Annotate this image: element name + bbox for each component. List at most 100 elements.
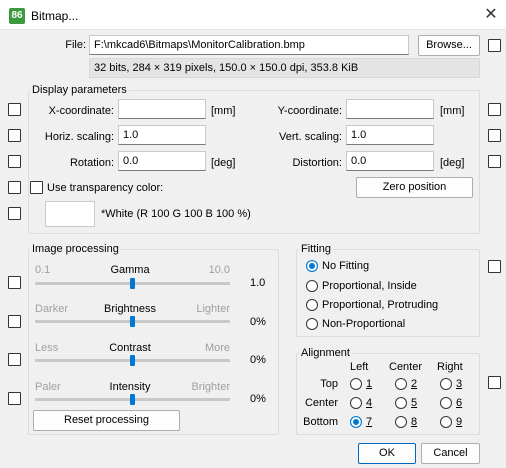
horiz-scaling-label: Horiz. scaling: <box>44 131 114 143</box>
brightness-checkbox[interactable] <box>8 315 21 328</box>
display-parameters-title: Display parameters <box>30 83 129 97</box>
brightness-min-label: Darker <box>35 303 69 315</box>
color-checkbox[interactable] <box>8 207 21 220</box>
alignment-column-center: Center <box>389 361 423 373</box>
vert-scaling-input[interactable]: 1.0 <box>346 125 434 145</box>
align-radio-7[interactable] <box>350 416 362 428</box>
gamma-max-label: 10.0 <box>208 264 230 276</box>
intensity-value: 0% <box>250 393 266 405</box>
zero-position-button[interactable]: Zero position <box>356 177 473 198</box>
alignment-column-right: Right <box>437 361 463 373</box>
align-label-5: 5 <box>411 397 418 409</box>
fitting-title: Fitting <box>299 242 333 256</box>
align-radio-5[interactable] <box>395 397 407 409</box>
fitting-option-label: Non-Proportional <box>322 318 406 330</box>
align-radio-9[interactable] <box>440 416 452 428</box>
alignment-column-left: Left <box>350 361 369 373</box>
transparency-left-checkbox[interactable] <box>8 181 21 194</box>
rotation-label: Rotation: <box>69 157 114 169</box>
align-radio-8[interactable] <box>395 416 407 428</box>
alignment-row-bottom: Bottom <box>303 416 338 428</box>
distortion-unit: [deg] <box>440 157 465 169</box>
intensity-label: Intensity <box>109 381 151 393</box>
y-coordinate-label: Y-coordinate: <box>277 105 342 117</box>
window-title: Bitmap... <box>31 9 79 23</box>
fitting-option-label: Proportional, Protruding <box>322 299 439 311</box>
alignment-checkbox[interactable] <box>488 376 501 389</box>
contrast-value: 0% <box>250 354 266 366</box>
align-label-1: 1 <box>366 378 373 390</box>
fitting-option-label: Proportional, Inside <box>322 280 417 292</box>
align-label-4: 4 <box>366 397 373 409</box>
fitting-radio-proportional-inside[interactable] <box>306 280 318 292</box>
fitting-radio-non-proportional[interactable] <box>306 318 318 330</box>
rotation-unit: [deg] <box>211 157 236 169</box>
contrast-checkbox[interactable] <box>8 353 21 366</box>
fitting-option-label: No Fitting <box>322 260 370 272</box>
gamma-slider-thumb[interactable] <box>130 278 135 289</box>
align-radio-6[interactable] <box>440 397 452 409</box>
align-label-9: 9 <box>456 416 463 428</box>
gamma-value: 1.0 <box>250 277 266 289</box>
alignment-row-center: Center <box>304 397 338 409</box>
contrast-min-label: Less <box>35 342 59 354</box>
ok-button[interactable]: OK <box>358 443 416 464</box>
align-radio-1[interactable] <box>350 378 362 390</box>
gamma-checkbox[interactable] <box>8 276 21 289</box>
gamma-min-label: 0.1 <box>35 264 51 276</box>
fitting-radio-none[interactable] <box>306 260 318 272</box>
file-path-input[interactable]: F:\mkcad6\Bitmaps\MonitorCalibration.bmp <box>89 35 409 55</box>
image-processing-title: Image processing <box>30 242 121 256</box>
intensity-slider-thumb[interactable] <box>130 394 135 405</box>
alignment-title: Alignment <box>299 346 352 360</box>
horiz-scaling-input[interactable]: 1.0 <box>118 125 206 145</box>
y-coordinate-input[interactable] <box>346 99 434 119</box>
align-label-3: 3 <box>456 378 463 390</box>
file-info: 32 bits, 284 × 319 pixels, 150.0 × 150.0… <box>89 58 480 78</box>
alignment-row-top: Top <box>320 378 338 390</box>
align-label-8: 8 <box>411 416 418 428</box>
x-coordinate-input[interactable] <box>118 99 206 119</box>
cancel-button[interactable]: Cancel <box>421 443 480 464</box>
file-label: File: <box>65 39 86 51</box>
reset-processing-button[interactable]: Reset processing <box>33 410 180 431</box>
intensity-checkbox[interactable] <box>8 392 21 405</box>
app-icon: 86 <box>9 8 25 24</box>
browse-button[interactable]: Browse... <box>418 35 480 56</box>
vert-scaling-checkbox[interactable] <box>488 129 501 142</box>
use-transparency-checkbox[interactable] <box>30 181 43 194</box>
y-unit: [mm] <box>440 105 465 117</box>
rotation-input[interactable]: 0.0 <box>118 151 206 171</box>
x-coordinate-label: X-coordinate: <box>48 105 114 117</box>
close-icon[interactable]: ✕ <box>481 4 501 26</box>
contrast-max-label: More <box>204 342 230 354</box>
brightness-label: Brightness <box>104 303 156 315</box>
horiz-scaling-checkbox[interactable] <box>8 129 21 142</box>
align-radio-2[interactable] <box>395 378 407 390</box>
brightness-value: 0% <box>250 316 266 328</box>
align-radio-3[interactable] <box>440 378 452 390</box>
intensity-max-label: Brighter <box>191 381 230 393</box>
y-coordinate-checkbox[interactable] <box>488 103 501 116</box>
align-label-6: 6 <box>456 397 463 409</box>
fitting-radio-proportional-protruding[interactable] <box>306 299 318 311</box>
transparency-color-swatch[interactable] <box>45 201 95 227</box>
distortion-label: Distortion: <box>292 157 342 169</box>
distortion-checkbox[interactable] <box>488 155 501 168</box>
align-label-7: 7 <box>366 416 373 428</box>
fitting-checkbox[interactable] <box>488 260 501 273</box>
contrast-slider-thumb[interactable] <box>130 355 135 366</box>
brightness-slider-thumb[interactable] <box>130 316 135 327</box>
file-checkbox[interactable] <box>488 39 501 52</box>
distortion-input[interactable]: 0.0 <box>346 151 434 171</box>
vert-scaling-label: Vert. scaling: <box>279 131 342 143</box>
transparency-color-text: *White (R 100 G 100 B 100 %) <box>101 208 251 220</box>
align-radio-4[interactable] <box>350 397 362 409</box>
contrast-label: Contrast <box>109 342 151 354</box>
x-unit: [mm] <box>211 105 236 117</box>
rotation-checkbox[interactable] <box>8 155 21 168</box>
gamma-label: Gamma <box>110 264 150 276</box>
align-label-2: 2 <box>411 378 418 390</box>
x-coordinate-checkbox[interactable] <box>8 103 21 116</box>
brightness-max-label: Lighter <box>196 303 230 315</box>
